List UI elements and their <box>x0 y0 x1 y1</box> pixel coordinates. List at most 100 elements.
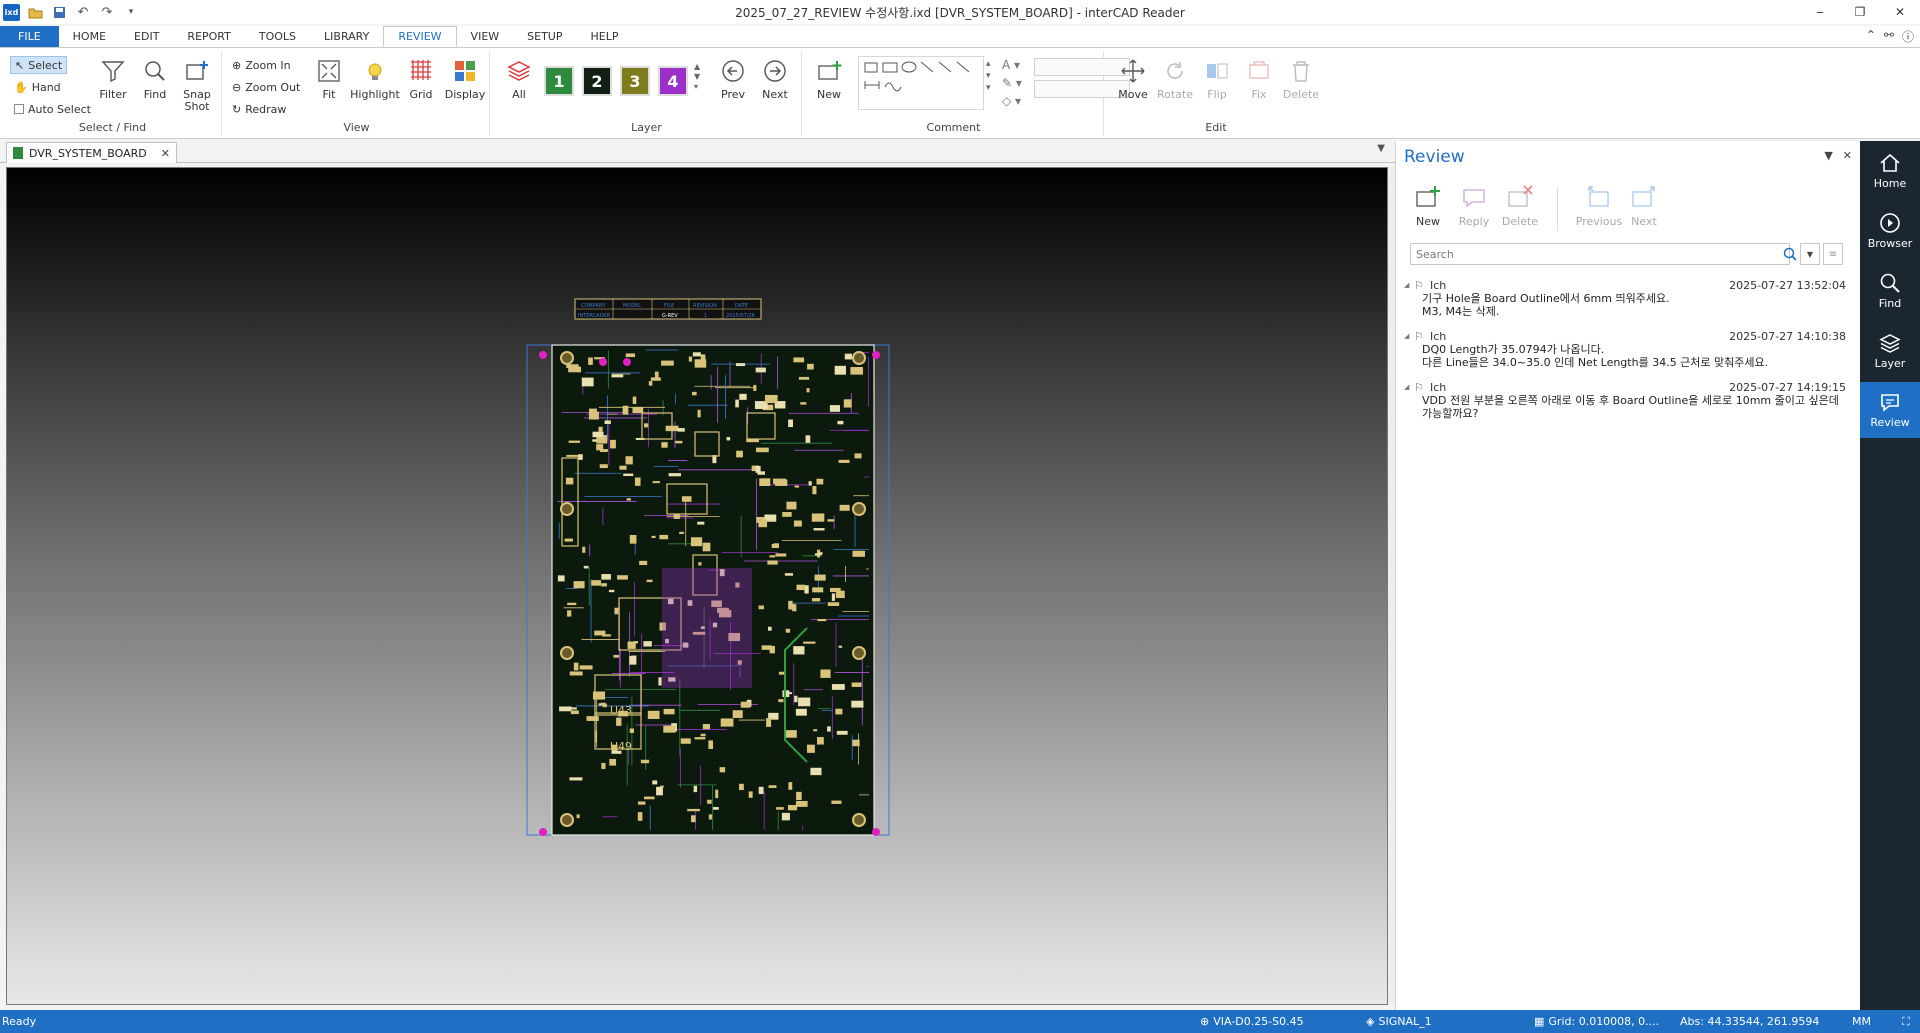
delete-button[interactable]: Delete <box>1280 56 1322 101</box>
document-tab[interactable]: DVR_SYSTEM_BOARD ✕ <box>6 142 177 163</box>
search-dropdown-icon[interactable]: ▼ <box>1800 243 1820 265</box>
help-icon[interactable]: ⓘ <box>1902 28 1914 45</box>
status-unit[interactable]: MM <box>1852 1015 1871 1028</box>
pcb-view[interactable]: COMPANY MODEL FILE REVISION DATE INTERCA… <box>7 168 1389 1006</box>
component-pad <box>793 646 805 655</box>
new-comment-button[interactable]: New <box>808 56 850 101</box>
tab-tools[interactable]: TOOLS <box>245 26 310 47</box>
layer-3-button[interactable]: 3 <box>620 66 650 96</box>
tab-setup[interactable]: SETUP <box>513 26 576 47</box>
tab-edit[interactable]: EDIT <box>120 26 173 47</box>
panel-dropdown-icon[interactable]: ▼ <box>1824 149 1832 162</box>
find-button[interactable]: Find <box>134 56 176 101</box>
close-tab-icon[interactable]: ✕ <box>161 147 170 160</box>
expand-triangle-icon[interactable]: ◢ <box>1404 383 1414 391</box>
highlight-button[interactable]: Highlight <box>350 56 400 101</box>
panel-close-icon[interactable]: ✕ <box>1843 149 1852 162</box>
tab-report[interactable]: REPORT <box>173 26 244 47</box>
canvas-scrollbar[interactable] <box>1388 167 1395 1005</box>
line-color-icon[interactable]: ✎ ▾ <box>1002 74 1022 92</box>
auto-select-checkbox[interactable]: Auto Select <box>10 100 95 118</box>
zoom-in-button[interactable]: ⊕ Zoom In <box>228 56 295 74</box>
hand-button[interactable]: ✋ Hand <box>10 78 65 96</box>
undo-icon[interactable]: ↶ <box>74 3 92 21</box>
next-layer-button[interactable]: Next <box>754 56 796 101</box>
layer-4-button[interactable]: 4 <box>658 66 688 96</box>
tab-review[interactable]: REVIEW <box>383 26 457 47</box>
flip-button[interactable]: Flip <box>1196 56 1238 101</box>
component-pad <box>622 405 629 415</box>
layer-1-button[interactable]: 1 <box>544 66 574 96</box>
review-next-button[interactable]: Next <box>1622 183 1666 228</box>
font-color-icon[interactable]: A ▾ <box>1002 56 1022 74</box>
bga-region <box>662 568 752 688</box>
fill-color-icon[interactable]: ◇ ▾ <box>1002 92 1022 110</box>
review-reply-button[interactable]: Reply <box>1452 183 1496 228</box>
link-icon[interactable]: ⚯ <box>1884 28 1894 45</box>
redo-icon[interactable]: ↷ <box>98 3 116 21</box>
filter-button[interactable]: Filter <box>92 56 134 101</box>
status-signal[interactable]: ◈ SIGNAL_1 <box>1366 1015 1432 1028</box>
review-delete-button[interactable]: Delete <box>1498 183 1542 228</box>
review-chat-icon <box>1881 394 1899 412</box>
tab-library[interactable]: LIBRARY <box>310 26 383 47</box>
comment-item[interactable]: ◢ ⚐ Ich 2025-07-27 14:10:38 DQ0 Length가 … <box>1404 329 1856 370</box>
move-button[interactable]: Move <box>1112 56 1154 101</box>
snap-shot-button[interactable]: Snap Shot <box>176 56 218 113</box>
tab-list-dropdown-icon[interactable]: ▼ <box>1377 143 1385 154</box>
component-pad <box>569 671 583 676</box>
fit-button[interactable]: Fit <box>308 56 350 101</box>
redraw-button[interactable]: ↻ Redraw <box>228 100 290 118</box>
all-layers-button[interactable]: All <box>498 56 540 101</box>
layer-2-button[interactable]: 2 <box>582 66 612 96</box>
tab-help[interactable]: HELP <box>577 26 633 47</box>
component-pad <box>798 697 811 707</box>
expand-triangle-icon[interactable]: ◢ <box>1404 281 1414 289</box>
status-via[interactable]: ⊕ VIA-D0.25-S0.45 <box>1200 1015 1304 1028</box>
nav-browser[interactable]: Browser <box>1860 203 1920 259</box>
previous-comment-icon <box>1584 183 1614 211</box>
prev-layer-button[interactable]: Prev <box>712 56 754 101</box>
close-icon[interactable]: ✕ <box>1880 0 1920 24</box>
design-canvas[interactable]: COMPANY MODEL FILE REVISION DATE INTERCA… <box>6 167 1388 1005</box>
zoom-out-button[interactable]: ⊖ Zoom Out <box>228 78 304 96</box>
layer-scroll-icon[interactable]: ▲ ▼ ▾ <box>694 62 700 92</box>
app-logo[interactable]: ixd <box>3 3 20 21</box>
component-pad <box>817 619 827 622</box>
expand-triangle-icon[interactable]: ◢ <box>1404 332 1414 340</box>
fullscreen-icon[interactable]: ⛶ <box>1902 1015 1910 1029</box>
minimize-icon[interactable]: ‒ <box>1800 0 1840 24</box>
nav-review[interactable]: Review <box>1860 382 1920 438</box>
nav-layer[interactable]: Layer <box>1860 323 1920 379</box>
restore-icon[interactable]: ❐ <box>1840 0 1880 24</box>
tab-home[interactable]: HOME <box>59 26 120 47</box>
rotate-button[interactable]: Rotate <box>1154 56 1196 101</box>
grid-button[interactable]: Grid <box>400 56 442 101</box>
review-new-button[interactable]: New <box>1406 183 1450 228</box>
component-pad <box>835 708 843 715</box>
status-grid[interactable]: ▦ Grid: 0.010008, 0.... <box>1534 1015 1659 1028</box>
nav-home[interactable]: Home <box>1860 143 1920 199</box>
component-pad <box>632 407 644 414</box>
component-pad <box>660 785 664 788</box>
tab-view[interactable]: VIEW <box>457 26 514 47</box>
search-icon[interactable] <box>1782 245 1798 263</box>
shape-tools-icon[interactable] <box>859 57 983 109</box>
component-pad <box>700 733 706 737</box>
comment-text: M3, M4는 삭제. <box>1422 305 1500 318</box>
tab-file[interactable]: FILE <box>0 26 59 47</box>
open-folder-icon[interactable] <box>26 3 44 21</box>
comment-item[interactable]: ◢ ⚐ Ich 2025-07-27 14:19:15 VDD 전원 부분을 오… <box>1404 380 1856 421</box>
review-previous-button[interactable]: Previous <box>1572 183 1626 228</box>
save-icon[interactable] <box>50 3 68 21</box>
select-button[interactable]: ↖ Select <box>10 56 68 74</box>
display-button[interactable]: Display <box>442 56 488 101</box>
comment-item[interactable]: ◢ ⚐ Ich 2025-07-27 13:52:04 기구 Hole을 Boa… <box>1404 278 1856 319</box>
collapse-ribbon-icon[interactable]: ⌃ <box>1866 28 1876 45</box>
fix-button[interactable]: Fix <box>1238 56 1280 101</box>
gallery-scroll-icon[interactable]: ▴ ▾ ▾ <box>986 58 991 94</box>
customize-dropdown-icon[interactable]: ▾ <box>122 3 140 21</box>
nav-find[interactable]: Find <box>1860 263 1920 319</box>
list-menu-icon[interactable]: ≡ <box>1823 243 1843 265</box>
search-input[interactable]: Search <box>1410 243 1790 265</box>
